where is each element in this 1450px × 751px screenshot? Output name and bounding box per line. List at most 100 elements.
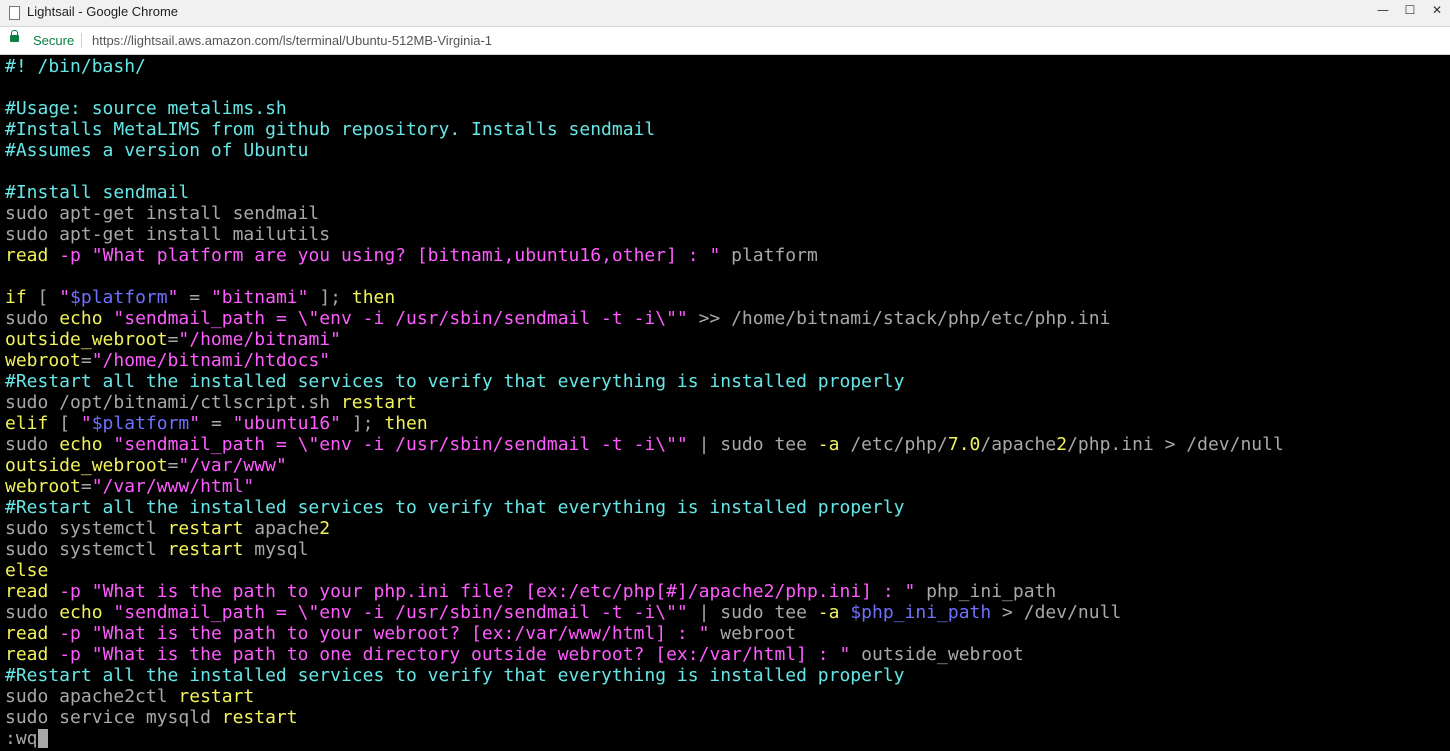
code-token: #Assumes a version of Ubuntu xyxy=(5,140,309,161)
vim-command-line[interactable]: :wq xyxy=(5,728,48,749)
terminal-line: read -p "What platform are you using? [b… xyxy=(5,245,818,266)
terminal-line: sudo apache2ctl restart xyxy=(5,686,254,707)
code-token: sudo apt-get install mailutils xyxy=(5,224,331,245)
code-token: read xyxy=(5,245,49,266)
code-token: "bitnami" xyxy=(210,287,309,308)
code-token: sudo xyxy=(5,602,60,623)
terminal-line: outside_webroot="/var/www" xyxy=(5,455,287,476)
code-token: | sudo tee xyxy=(687,434,818,455)
address-divider xyxy=(81,33,82,48)
terminal-line: if [ "$platform" = "bitnami" ]; then xyxy=(5,287,395,308)
code-token: " xyxy=(59,287,71,308)
page-icon xyxy=(9,6,20,20)
code-token: sudo service mysqld xyxy=(5,707,222,728)
terminal-line: webroot="/home/bitnami/htdocs" xyxy=(5,350,330,371)
code-token: "What is the path to your php.ini file? … xyxy=(91,581,916,602)
window-titlebar: Lightsail - Google Chrome — ☐ ✕ xyxy=(0,0,1450,27)
code-token: $php_ini_path xyxy=(850,602,992,623)
window-title: Lightsail - Google Chrome xyxy=(27,4,179,19)
code-token: #Restart all the installed services to v… xyxy=(5,665,905,686)
code-token: outside_webroot xyxy=(850,644,1024,665)
code-token: restart xyxy=(340,392,417,413)
terminal-line: sudo echo "sendmail_path = \"env -i /usr… xyxy=(5,434,1284,455)
terminal-line: sudo systemctl restart mysql xyxy=(5,539,308,560)
code-token: /etc/php/ xyxy=(839,434,948,455)
terminal-line: elif [ "$platform" = "ubuntu16" ]; then xyxy=(5,413,428,434)
code-token: sudo /opt/bitnami/ctlscript.sh xyxy=(5,392,341,413)
terminal-line: outside_webroot="/home/bitnami" xyxy=(5,329,341,350)
code-token: php_ini_path xyxy=(915,581,1057,602)
code-token: read xyxy=(5,581,49,602)
code-token: elif xyxy=(5,413,49,434)
terminal-line: sudo apt-get install mailutils xyxy=(5,224,330,245)
code-token: sudo systemctl xyxy=(5,518,168,539)
secure-label[interactable]: Secure xyxy=(33,33,74,48)
code-token: sudo xyxy=(5,308,60,329)
code-token: -p xyxy=(59,623,81,644)
code-token: "What platform are you using? [bitnami,u… xyxy=(91,245,721,266)
terminal-line: read -p "What is the path to one directo… xyxy=(5,644,1024,665)
terminal-line: #Restart all the installed services to v… xyxy=(5,497,904,518)
terminal-line: sudo apt-get install sendmail xyxy=(5,203,319,224)
terminal-line: webroot="/var/www/html" xyxy=(5,476,254,497)
url-text[interactable]: https://lightsail.aws.amazon.com/ls/term… xyxy=(92,33,492,48)
code-token: "What is the path to one directory outsi… xyxy=(91,644,851,665)
code-token: if xyxy=(5,287,27,308)
code-token: $platform xyxy=(70,287,168,308)
code-token: = xyxy=(80,350,92,371)
code-token: "/var/www/html" xyxy=(91,476,255,497)
code-token: #Usage: source metalims.sh xyxy=(5,98,287,119)
code-token: "sendmail_path = \"env -i /usr/sbin/send… xyxy=(113,434,688,455)
code-token: mysql xyxy=(243,539,309,560)
code-token: #Install sendmail xyxy=(5,182,190,203)
code-token: 2 xyxy=(1056,434,1068,455)
close-button[interactable]: ✕ xyxy=(1426,1,1448,19)
code-token: -p xyxy=(59,581,81,602)
terminal-line: #Installs MetaLIMS from github repositor… xyxy=(5,119,655,140)
code-token: "/home/bitnami/htdocs" xyxy=(91,350,331,371)
terminal-line: sudo echo "sendmail_path = \"env -i /usr… xyxy=(5,602,1121,623)
terminal-line: sudo /opt/bitnami/ctlscript.sh restart xyxy=(5,392,417,413)
code-token: = xyxy=(167,455,179,476)
terminal-line: #Assumes a version of Ubuntu xyxy=(5,140,308,161)
code-token: then xyxy=(384,413,428,434)
code-token: read xyxy=(5,623,49,644)
code-token: $platform xyxy=(91,413,190,434)
code-token: = xyxy=(178,287,211,308)
code-token: [ xyxy=(48,413,81,434)
code-token: "sendmail_path = \"env -i /usr/sbin/send… xyxy=(113,602,688,623)
code-token: then xyxy=(351,287,396,308)
code-token: > /dev/null xyxy=(991,602,1122,623)
code-token: " xyxy=(189,413,201,434)
minimize-button[interactable]: — xyxy=(1372,1,1394,19)
code-token: /php.ini > /dev/null xyxy=(1067,434,1284,455)
code-token: = xyxy=(80,476,92,497)
code-token: "ubuntu16" xyxy=(232,413,341,434)
code-token: webroot xyxy=(5,350,81,371)
code-token: " xyxy=(80,413,92,434)
address-bar[interactable]: Secure https://lightsail.aws.amazon.com/… xyxy=(0,27,1450,55)
code-token: 2 xyxy=(319,518,331,539)
terminal-pane[interactable]: #! /bin/bash/#Usage: source metalims.sh #… xyxy=(0,55,1450,751)
terminal-line: read -p "What is the path to your php.in… xyxy=(5,581,1056,602)
maximize-button[interactable]: ☐ xyxy=(1399,1,1421,19)
code-token: apache xyxy=(243,518,320,539)
code-token: sudo apt-get install sendmail xyxy=(5,203,320,224)
terminal-line: sudo echo "sendmail_path = \"env -i /usr… xyxy=(5,308,1110,329)
code-token: " xyxy=(167,287,179,308)
code-token: sudo xyxy=(5,434,60,455)
code-token: #! /bin/bash/ xyxy=(5,56,146,77)
code-token: -p xyxy=(59,245,81,266)
code-token: #Installs MetaLIMS from github repositor… xyxy=(5,119,656,140)
command-text: :wq xyxy=(5,728,38,749)
lock-icon xyxy=(10,30,19,42)
code-token: outside_webroot xyxy=(5,329,168,350)
code-token: | sudo tee xyxy=(687,602,818,623)
